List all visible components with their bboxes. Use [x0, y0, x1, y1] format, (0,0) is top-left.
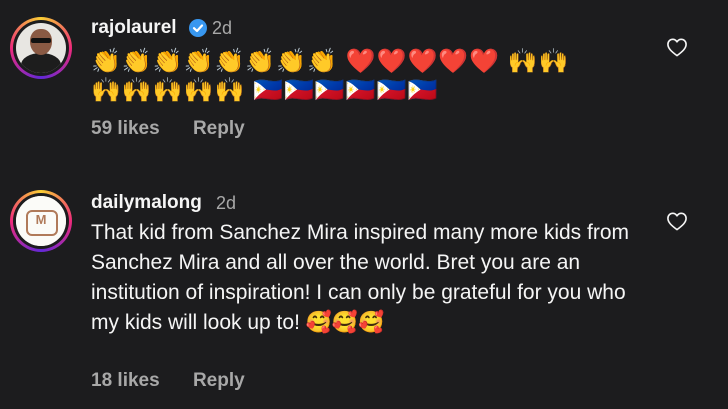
comment-text-line-1: 👏👏👏👏👏👏👏👏 ❤️❤️❤️❤️❤️ 🙌🙌	[91, 48, 570, 75]
comment-meta: 59 likes Reply	[91, 118, 245, 140]
avatar[interactable]: M	[10, 190, 72, 252]
verified-badge-icon	[189, 19, 207, 37]
reply-button[interactable]: Reply	[193, 118, 245, 139]
avatar[interactable]	[10, 17, 72, 79]
comment-dailymalong: M dailymalong 2d That kid from Sanchez M…	[0, 180, 728, 409]
comment-rajolaurel: rajolaurel 2d 👏👏👏👏👏👏👏👏 ❤️❤️❤️❤️❤️ 🙌🙌 🙌🙌🙌…	[0, 0, 728, 160]
username[interactable]: dailymalong	[91, 192, 202, 214]
heart-outline-icon[interactable]	[666, 211, 688, 231]
likes-count[interactable]: 18 likes	[91, 370, 160, 391]
comment-meta: 18 likes Reply	[91, 370, 245, 392]
comment-timestamp[interactable]: 2d	[216, 192, 236, 214]
reply-button[interactable]: Reply	[193, 370, 245, 391]
avatar-border	[13, 20, 69, 76]
avatar-photo	[16, 23, 66, 73]
likes-count[interactable]: 59 likes	[91, 118, 160, 139]
avatar-logo-mark: M	[35, 212, 47, 227]
avatar-photo: M	[16, 196, 66, 246]
comment-text-line-2: 🙌🙌🙌🙌🙌 🇵🇭🇵🇭🇵🇭🇵🇭🇵🇭🇵🇭	[91, 77, 439, 104]
avatar-border: M	[13, 193, 69, 249]
avatar-glasses	[31, 38, 51, 43]
comment-timestamp[interactable]: 2d	[212, 17, 232, 39]
avatar-shirt	[21, 53, 61, 73]
comment-text: That kid from Sanchez Mira inspired many…	[91, 221, 630, 334]
heart-outline-icon[interactable]	[666, 37, 688, 57]
username[interactable]: rajolaurel	[91, 17, 177, 39]
